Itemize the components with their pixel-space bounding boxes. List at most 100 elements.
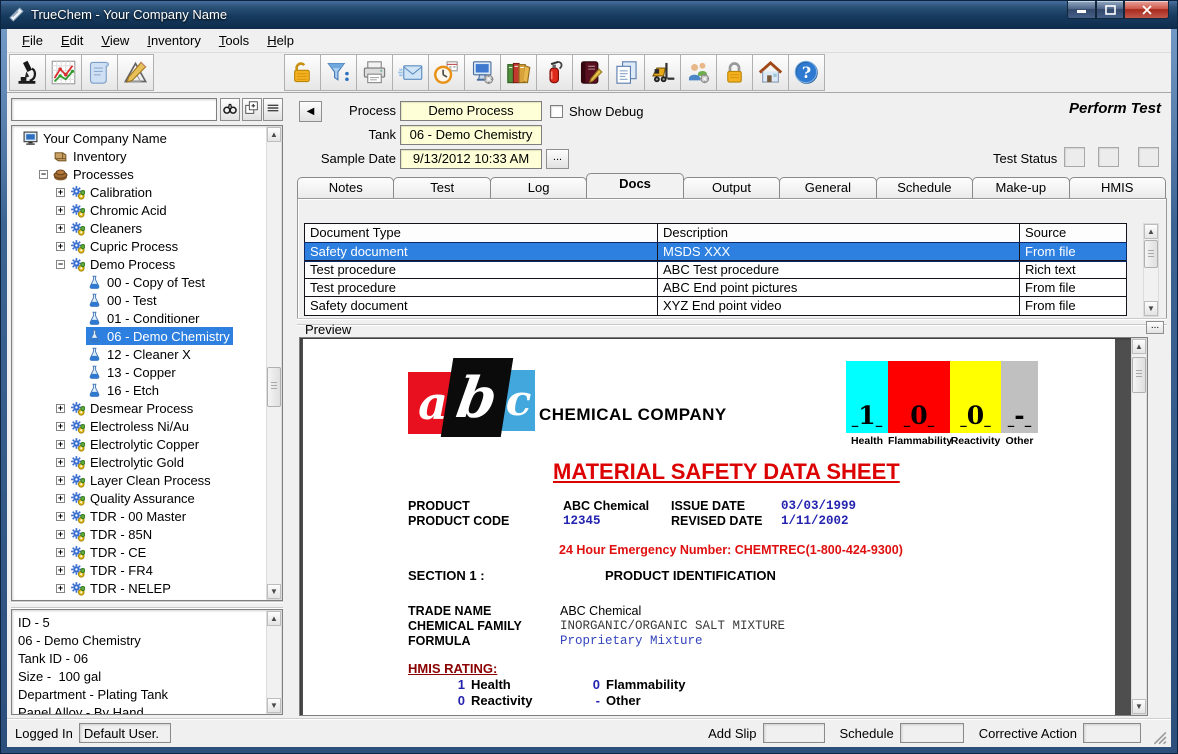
- schedule-button[interactable]: [428, 54, 465, 91]
- tab-make-up[interactable]: Make-up: [972, 177, 1069, 198]
- table-row[interactable]: Test procedureABC End point picturesFrom…: [305, 279, 1126, 297]
- tree-scrollbar[interactable]: ▲ ▼: [266, 126, 282, 600]
- tree-expander-icon[interactable]: +: [56, 458, 65, 467]
- lock-button[interactable]: [716, 54, 753, 91]
- menu-file[interactable]: File: [13, 30, 52, 51]
- tree-item[interactable]: +TDR - 00 Master: [14, 507, 264, 525]
- chart-button[interactable]: [45, 54, 82, 91]
- drafting-button[interactable]: [117, 54, 154, 91]
- info-scrollbar[interactable]: ▲ ▼: [266, 610, 282, 714]
- tree-expander-icon[interactable]: +: [56, 530, 65, 539]
- tree-item[interactable]: 00 - Copy of Test: [14, 273, 264, 291]
- scroll-down-icon[interactable]: ▼: [267, 584, 281, 599]
- tree-item[interactable]: +Chromic Acid: [14, 201, 264, 219]
- tree-item[interactable]: +TDR - CE: [14, 543, 264, 561]
- table-column-header[interactable]: Source: [1020, 224, 1126, 242]
- tab-schedule[interactable]: Schedule: [876, 177, 973, 198]
- tree-item[interactable]: 00 - Test: [14, 291, 264, 309]
- menu-help[interactable]: Help: [258, 30, 303, 51]
- tab-general[interactable]: General: [779, 177, 876, 198]
- tree-item[interactable]: Your Company Name: [14, 129, 264, 147]
- tree-expander-icon[interactable]: +: [56, 404, 65, 413]
- tree-expander-icon[interactable]: −: [56, 260, 65, 269]
- menu-edit[interactable]: Edit: [52, 30, 92, 51]
- menu-view[interactable]: View: [92, 30, 138, 51]
- scrollbar-thumb[interactable]: [1144, 240, 1158, 268]
- tree-item[interactable]: +Electrolytic Gold: [14, 453, 264, 471]
- tab-output[interactable]: Output: [683, 177, 780, 198]
- tree-expander-icon[interactable]: +: [56, 512, 65, 521]
- mail-button[interactable]: [392, 54, 429, 91]
- microscope-button[interactable]: [9, 54, 46, 91]
- search-input[interactable]: [11, 98, 217, 121]
- tab-docs[interactable]: Docs: [586, 173, 683, 198]
- minimize-button[interactable]: [1067, 1, 1096, 19]
- sample-date-picker-button[interactable]: ...: [546, 149, 569, 169]
- scroll-down-icon[interactable]: ▼: [267, 698, 281, 713]
- tree-item[interactable]: Inventory: [14, 147, 264, 165]
- tree-item[interactable]: +Calibration: [14, 183, 264, 201]
- tree-item[interactable]: −Demo Process: [14, 255, 264, 273]
- tree-item[interactable]: +TDR - NELEP: [14, 579, 264, 597]
- tree-expander-icon[interactable]: +: [56, 440, 65, 449]
- table-column-header[interactable]: Description: [658, 224, 1020, 242]
- tab-test[interactable]: Test: [393, 177, 490, 198]
- tree-expander-icon[interactable]: +: [56, 422, 65, 431]
- table-row[interactable]: Test procedureABC Test procedureRich tex…: [305, 261, 1126, 279]
- books-button[interactable]: [500, 54, 537, 91]
- tank-field[interactable]: 06 - Demo Chemistry: [400, 125, 542, 145]
- tree-item[interactable]: +Cleaners: [14, 219, 264, 237]
- maximize-button[interactable]: [1096, 1, 1124, 19]
- scroll-button[interactable]: [81, 54, 118, 91]
- tree-expander-icon[interactable]: +: [56, 188, 65, 197]
- tree-item[interactable]: +TDR - FR4: [14, 561, 264, 579]
- scroll-up-icon[interactable]: ▲: [267, 127, 281, 142]
- scrollbar-thumb[interactable]: [267, 367, 281, 407]
- tree-expander-icon[interactable]: +: [56, 494, 65, 503]
- tree-expander-icon[interactable]: +: [56, 584, 65, 593]
- tree-item[interactable]: +Cupric Process: [14, 237, 264, 255]
- tree-item[interactable]: −Processes: [14, 165, 264, 183]
- menu-tools[interactable]: Tools: [210, 30, 258, 51]
- tree-item[interactable]: +Desmear Process: [14, 399, 264, 417]
- menu-inventory[interactable]: Inventory: [138, 30, 210, 51]
- tree-item[interactable]: 06 - Demo Chemistry: [14, 327, 264, 345]
- tree-item[interactable]: +Electrolytic Copper: [14, 435, 264, 453]
- users-button[interactable]: [680, 54, 717, 91]
- preview-splitter[interactable]: [297, 319, 1167, 325]
- help-button[interactable]: ?: [788, 54, 825, 91]
- tree-expander-icon[interactable]: +: [56, 206, 65, 215]
- forklift-button[interactable]: [644, 54, 681, 91]
- expand-all-button[interactable]: [242, 98, 262, 121]
- tree-item[interactable]: +Layer Clean Process: [14, 471, 264, 489]
- tree-item[interactable]: 12 - Cleaner X: [14, 345, 264, 363]
- scroll-up-icon[interactable]: ▲: [267, 611, 281, 626]
- tree-expander-icon[interactable]: +: [56, 548, 65, 557]
- table-scrollbar[interactable]: ▲ ▼: [1143, 223, 1159, 317]
- tree-item[interactable]: 13 - Copper: [14, 363, 264, 381]
- tree-item[interactable]: +TDR - 85N: [14, 525, 264, 543]
- table-row[interactable]: Safety documentMSDS XXXFrom file: [305, 243, 1126, 261]
- sample-date-field[interactable]: 9/13/2012 10:33 AM: [400, 149, 542, 169]
- find-button[interactable]: [220, 98, 240, 121]
- scrollbar-thumb[interactable]: [1132, 357, 1146, 393]
- computer-button[interactable]: [464, 54, 501, 91]
- filter-button[interactable]: [320, 54, 357, 91]
- tree-expander-icon[interactable]: +: [56, 566, 65, 575]
- tree-expander-icon[interactable]: +: [56, 224, 65, 233]
- tree-item[interactable]: +Quality Assurance: [14, 489, 264, 507]
- tab-log[interactable]: Log: [490, 177, 587, 198]
- notebook-button[interactable]: [572, 54, 609, 91]
- tree-expander-icon[interactable]: +: [56, 242, 65, 251]
- scroll-up-icon[interactable]: ▲: [1144, 224, 1158, 239]
- scroll-up-icon[interactable]: ▲: [1132, 339, 1146, 354]
- tab-hmis[interactable]: HMIS: [1069, 177, 1166, 198]
- tree-item[interactable]: 16 - Etch: [14, 381, 264, 399]
- left-splitter[interactable]: [11, 602, 283, 608]
- tree-item[interactable]: 01 - Conditioner: [14, 309, 264, 327]
- home-button[interactable]: [752, 54, 789, 91]
- preview-scrollbar[interactable]: ▲ ▼: [1131, 338, 1147, 715]
- scroll-down-icon[interactable]: ▼: [1132, 699, 1146, 714]
- resize-grip-icon[interactable]: [1151, 729, 1167, 745]
- preview-options-button[interactable]: ...: [1146, 321, 1164, 334]
